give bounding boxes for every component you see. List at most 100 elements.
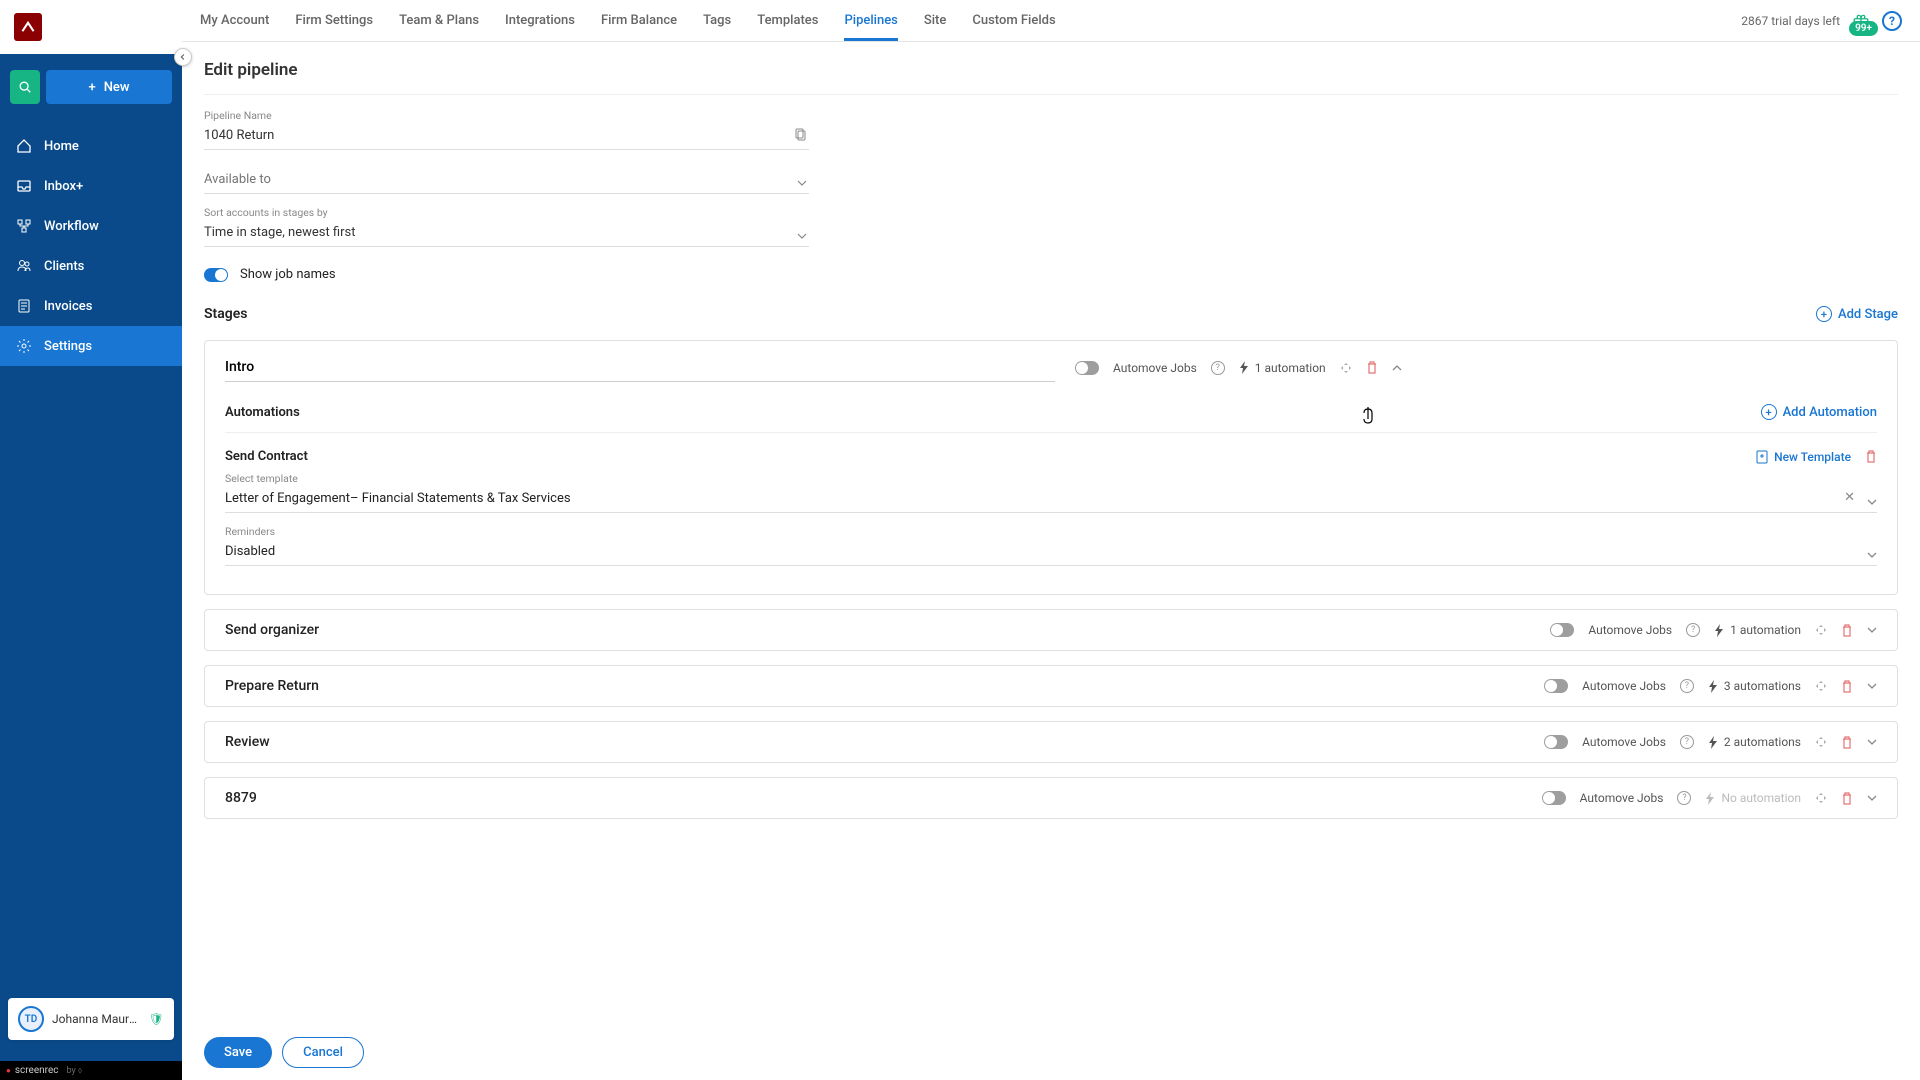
stage-card: Prepare Return Automove Jobs? 3 automation…	[204, 665, 1898, 707]
stage-card: ReviewAutomove Jobs?2 automations	[204, 721, 1898, 763]
expand-stage-icon[interactable]	[1867, 739, 1877, 745]
stage-card: Send organizerAutomove Jobs?1 automation	[204, 609, 1898, 651]
tab-team-plans[interactable]: Team & Plans	[399, 0, 479, 41]
sort-select[interactable]: Time in stage, newest first	[204, 221, 809, 247]
stage-card: Automove Jobs?1 automation Automations +Ad…	[204, 340, 1898, 595]
trial-text: 2867 trial days left	[1741, 14, 1840, 28]
expand-stage-icon[interactable]	[1867, 627, 1877, 633]
reminders-select[interactable]: Disabled	[225, 540, 1877, 566]
nav-icon	[16, 218, 32, 234]
info-icon[interactable]: ?	[1677, 791, 1691, 805]
stage-name: 8879	[225, 790, 1522, 806]
tab-custom-fields[interactable]: Custom Fields	[972, 0, 1055, 41]
show-job-names-toggle[interactable]	[204, 268, 228, 282]
sidebar-item-inbox-[interactable]: Inbox+	[0, 166, 182, 206]
nav-label: Settings	[44, 339, 92, 354]
drag-handle-icon[interactable]	[1815, 624, 1827, 636]
new-template-button[interactable]: New Template	[1756, 450, 1851, 464]
stage-body: Automations+Add AutomationSend ContractN…	[205, 394, 1897, 594]
avatar: TD	[18, 1006, 44, 1032]
select-template-label: Select template	[225, 472, 1877, 485]
user-name: Johanna Maureen B...	[52, 1012, 141, 1026]
nav-icon	[16, 258, 32, 274]
delete-stage-icon[interactable]	[1841, 792, 1853, 805]
tab-templates[interactable]: Templates	[757, 0, 818, 41]
info-icon[interactable]: ?	[1211, 361, 1225, 375]
delete-stage-icon[interactable]	[1366, 361, 1378, 374]
automove-toggle[interactable]	[1075, 361, 1099, 375]
automove-label: Automove Jobs	[1113, 361, 1197, 375]
page-title: Edit pipeline	[204, 60, 1898, 95]
expand-stage-icon[interactable]	[1392, 365, 1402, 371]
save-button[interactable]: Save	[204, 1037, 272, 1068]
sidebar-item-clients[interactable]: Clients	[0, 246, 182, 286]
delete-stage-icon[interactable]	[1841, 736, 1853, 749]
add-automation-button[interactable]: +Add Automation	[1761, 404, 1877, 420]
stage-name: Review	[225, 734, 1524, 750]
tab-firm-balance[interactable]: Firm Balance	[601, 0, 677, 41]
shield-icon: 🛡	[149, 1012, 164, 1026]
automove-toggle[interactable]	[1542, 791, 1566, 805]
sidebar-item-invoices[interactable]: Invoices	[0, 286, 182, 326]
drag-handle-icon[interactable]	[1340, 362, 1352, 374]
new-button[interactable]: + New	[46, 70, 172, 104]
chevron-down-icon	[1867, 552, 1877, 558]
automove-label: Automove Jobs	[1582, 679, 1666, 693]
expand-stage-icon[interactable]	[1867, 683, 1877, 689]
help-icon[interactable]: ?	[1882, 11, 1902, 31]
automove-toggle[interactable]	[1550, 623, 1574, 637]
sidebar-item-home[interactable]: Home	[0, 126, 182, 166]
delete-stage-icon[interactable]	[1841, 680, 1853, 693]
stage-name-input[interactable]	[225, 353, 1055, 382]
available-to-select[interactable]	[204, 168, 809, 194]
tab-integrations[interactable]: Integrations	[505, 0, 575, 41]
bolt-icon	[1705, 792, 1715, 805]
tab-pipelines[interactable]: Pipelines	[844, 0, 897, 41]
search-button[interactable]	[10, 70, 40, 104]
app-logo[interactable]	[14, 13, 42, 41]
stage-row: Send organizerAutomove Jobs?1 automation	[205, 610, 1897, 650]
tab-site[interactable]: Site	[924, 0, 946, 41]
delete-automation-icon[interactable]	[1865, 450, 1877, 463]
info-icon[interactable]: ?	[1680, 679, 1694, 693]
screenrec-label: screenrec	[15, 1065, 59, 1076]
automation-count: 3 automations	[1708, 679, 1801, 693]
template-select[interactable]: Letter of Engagement– Financial Statemen…	[225, 487, 1877, 513]
delete-stage-icon[interactable]	[1841, 624, 1853, 637]
automove-toggle[interactable]	[1544, 679, 1568, 693]
automove-label: Automove Jobs	[1588, 623, 1672, 637]
automove-toggle[interactable]	[1544, 735, 1568, 749]
automations-title: Automations	[225, 405, 300, 420]
info-icon[interactable]: ?	[1686, 623, 1700, 637]
pipeline-name-label: Pipeline Name	[204, 109, 809, 122]
tab-tags[interactable]: Tags	[703, 0, 731, 41]
cancel-button[interactable]: Cancel	[282, 1037, 364, 1068]
sidebar-item-workflow[interactable]: Workflow	[0, 206, 182, 246]
add-stage-button[interactable]: + Add Stage	[1816, 306, 1898, 322]
stage-card: 8879 Automove Jobs? No automation	[204, 777, 1898, 819]
footer-actions: Save Cancel	[182, 1025, 1920, 1080]
stage-row: Automove Jobs?1 automation	[205, 341, 1897, 394]
tab-my-account[interactable]: My Account	[200, 0, 269, 41]
info-icon[interactable]: ?	[1680, 735, 1694, 749]
copy-icon[interactable]	[795, 128, 807, 142]
stage-name: Prepare Return	[225, 678, 1524, 694]
gift-icon[interactable]: 99+	[1852, 12, 1870, 30]
drag-handle-icon[interactable]	[1815, 680, 1827, 692]
drag-handle-icon[interactable]	[1815, 792, 1827, 804]
user-card[interactable]: TD Johanna Maureen B... 🛡	[8, 998, 174, 1040]
sidebar-item-settings[interactable]: Settings	[0, 326, 182, 366]
collapse-sidebar-button[interactable]	[174, 48, 192, 66]
logo-area	[0, 0, 182, 54]
nav-label: Invoices	[44, 299, 92, 314]
pipeline-name-input[interactable]	[204, 124, 809, 150]
plus-icon: +	[88, 80, 95, 95]
clear-template-icon[interactable]: ✕	[1844, 490, 1855, 505]
automove-label: Automove Jobs	[1580, 791, 1664, 805]
drag-handle-icon[interactable]	[1815, 736, 1827, 748]
expand-stage-icon[interactable]	[1867, 795, 1877, 801]
automation-count: No automation	[1705, 791, 1801, 805]
stage-row: ReviewAutomove Jobs?2 automations	[205, 722, 1897, 762]
tab-firm-settings[interactable]: Firm Settings	[295, 0, 373, 41]
nav-label: Home	[44, 139, 79, 154]
